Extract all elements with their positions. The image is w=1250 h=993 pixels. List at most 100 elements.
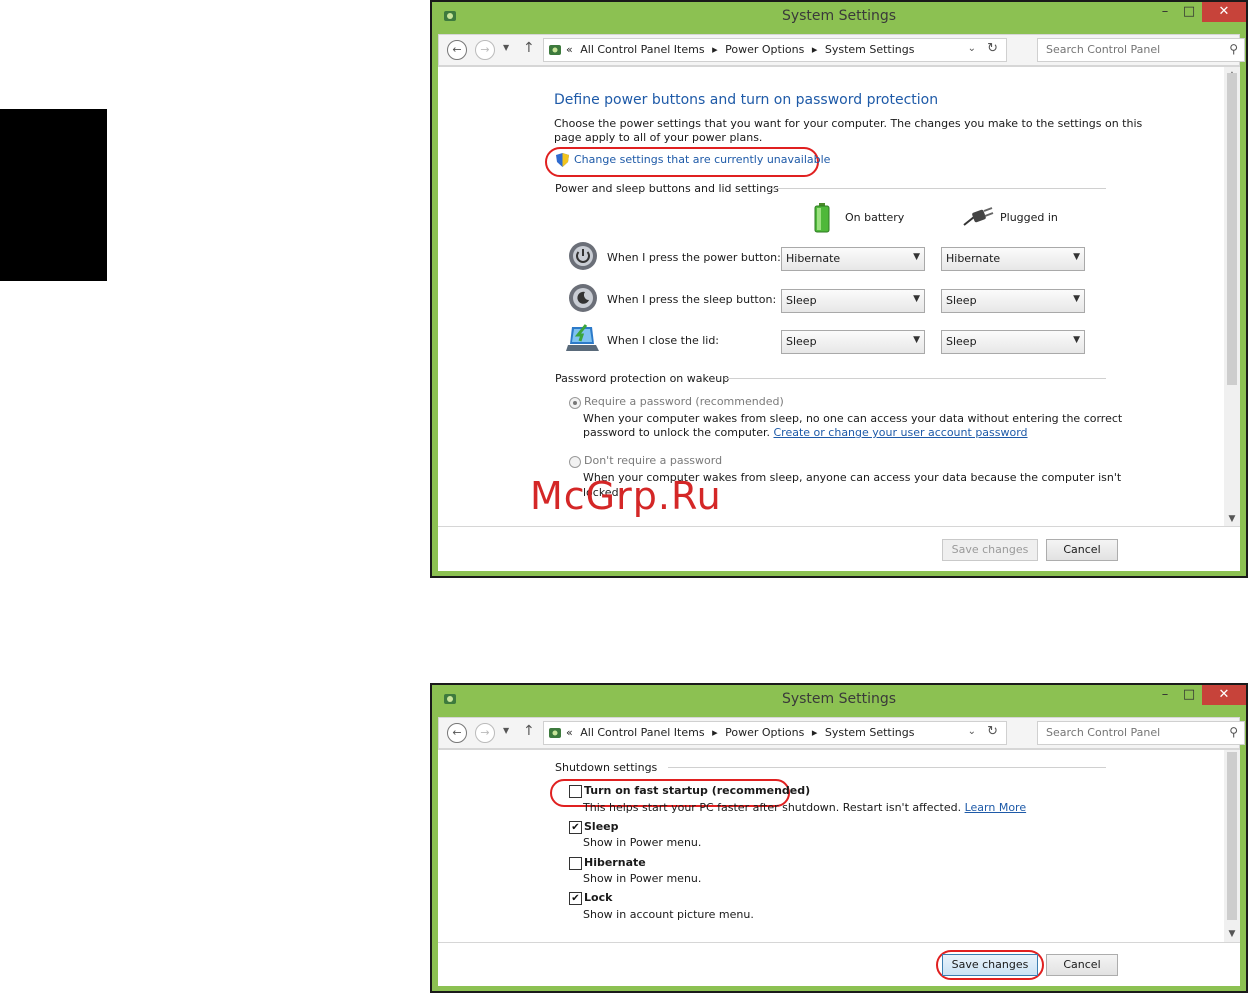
vertical-scrollbar[interactable]: ▲ ▼ [1224, 67, 1240, 527]
fast-startup-desc-text: This helps start your PC faster after sh… [583, 801, 962, 814]
breadcrumb-system-settings[interactable]: System Settings [825, 43, 915, 56]
breadcrumb-separator-icon[interactable]: ▸ [712, 43, 718, 56]
navigation-bar: ← → ▼ ↑ « All Control Panel Items ▸ Powe… [438, 717, 1245, 749]
laptop-lid-icon [566, 324, 599, 351]
sleep-button-battery-select[interactable]: Sleep ▼ [781, 289, 925, 313]
column-on-battery: On battery [845, 211, 905, 224]
vertical-scrollbar[interactable]: ▲ ▼ [1224, 750, 1240, 942]
power-button-icon [569, 242, 597, 270]
battery-icon [814, 203, 830, 233]
breadcrumb-system-settings[interactable]: System Settings [825, 726, 915, 739]
sleep-button-icon [569, 284, 597, 312]
address-dropdown-icon[interactable]: ⌄ [968, 726, 976, 737]
require-password-desc-line2: password to unlock the computer. Create … [583, 426, 1028, 439]
select-value: Sleep [946, 294, 977, 307]
scroll-thumb[interactable] [1227, 752, 1237, 920]
page-title: Define power buttons and turn on passwor… [554, 92, 939, 108]
address-bar[interactable]: « All Control Panel Items ▸ Power Option… [543, 38, 1007, 62]
plug-icon [963, 207, 994, 226]
recent-pages-dropdown-icon[interactable]: ▼ [503, 43, 509, 52]
power-button-label: When I press the power button: [607, 251, 781, 264]
save-changes-button[interactable]: Save changes [942, 539, 1038, 561]
close-lid-label: When I close the lid: [607, 334, 720, 347]
select-value: Sleep [786, 335, 817, 348]
up-arrow-icon[interactable]: ↑ [523, 723, 535, 739]
black-side-tab [0, 109, 107, 281]
maximize-button[interactable]: □ [1178, 2, 1200, 22]
divider [768, 188, 1106, 189]
back-arrow-icon[interactable]: ← [447, 723, 467, 743]
select-value: Hibernate [786, 252, 841, 265]
chevron-down-icon: ▼ [1073, 335, 1080, 345]
scroll-thumb[interactable] [1227, 73, 1237, 385]
breadcrumb-separator-icon[interactable]: ▸ [812, 726, 818, 739]
chevron-down-icon: ▼ [913, 335, 920, 345]
search-box[interactable]: ⚲ [1037, 38, 1245, 62]
breadcrumb-overflow[interactable]: « [566, 726, 573, 739]
breadcrumb-separator-icon[interactable]: ▸ [812, 43, 818, 56]
breadcrumb-power-options[interactable]: Power Options [725, 726, 804, 739]
require-password-desc-text: password to unlock the computer. [583, 426, 770, 439]
scroll-down-icon[interactable]: ▼ [1224, 511, 1240, 527]
search-icon[interactable]: ⚲ [1229, 42, 1238, 56]
dialog-footer: Save changes Cancel [438, 942, 1240, 986]
close-lid-battery-select[interactable]: Sleep ▼ [781, 330, 925, 354]
dialog-footer: Save changes Cancel [438, 526, 1240, 571]
cancel-button[interactable]: Cancel [1046, 954, 1118, 976]
sleep-button-plugged-select[interactable]: Sleep ▼ [941, 289, 1085, 313]
forward-arrow-icon[interactable]: → [475, 723, 495, 743]
navigation-bar: ← → ▼ ↑ « All Control Panel Items ▸ Powe… [438, 34, 1245, 66]
breadcrumb-power-options[interactable]: Power Options [725, 43, 804, 56]
title-bar[interactable]: System Settings – □ ✕ [432, 685, 1246, 715]
system-settings-window-bottom: System Settings – □ ✕ ← → ▼ ↑ « All Cont… [430, 683, 1248, 993]
divider [724, 378, 1106, 379]
select-value: Sleep [786, 294, 817, 307]
close-button[interactable]: ✕ [1202, 685, 1246, 705]
chevron-down-icon: ▼ [1073, 294, 1080, 304]
select-value: Hibernate [946, 252, 1001, 265]
minimize-button[interactable]: – [1154, 685, 1176, 705]
up-arrow-icon[interactable]: ↑ [523, 40, 535, 56]
breadcrumb-separator-icon[interactable]: ▸ [712, 726, 718, 739]
search-icon[interactable]: ⚲ [1229, 725, 1238, 739]
forward-arrow-icon[interactable]: → [475, 40, 495, 60]
fast-startup-checkbox[interactable] [569, 785, 582, 798]
recent-pages-dropdown-icon[interactable]: ▼ [503, 726, 509, 735]
learn-more-link[interactable]: Learn More [965, 801, 1027, 814]
section-buttons-title: Power and sleep buttons and lid settings [555, 182, 779, 195]
require-password-desc-line1: When your computer wakes from sleep, no … [583, 412, 1123, 425]
refresh-icon[interactable]: ↻ [987, 724, 998, 739]
save-changes-button[interactable]: Save changes [942, 954, 1038, 976]
sleep-checkbox[interactable]: ✔ [569, 821, 582, 834]
hibernate-checkbox[interactable] [569, 857, 582, 870]
watermark: McGrp.Ru [530, 474, 722, 518]
title-bar[interactable]: System Settings – □ ✕ [432, 2, 1246, 32]
search-input[interactable] [1044, 42, 1208, 57]
power-button-battery-select[interactable]: Hibernate ▼ [781, 247, 925, 271]
power-button-plugged-select[interactable]: Hibernate ▼ [941, 247, 1085, 271]
scroll-down-icon[interactable]: ▼ [1224, 926, 1240, 942]
create-password-link[interactable]: Create or change your user account passw… [774, 426, 1028, 439]
breadcrumb-overflow[interactable]: « [566, 43, 573, 56]
breadcrumb-all-control-panel-items[interactable]: All Control Panel Items [580, 726, 704, 739]
refresh-icon[interactable]: ↻ [987, 41, 998, 56]
fast-startup-label: Turn on fast startup (recommended) [584, 784, 811, 797]
address-dropdown-icon[interactable]: ⌄ [968, 43, 976, 54]
cancel-button[interactable]: Cancel [1046, 539, 1118, 561]
maximize-button[interactable]: □ [1178, 685, 1200, 705]
search-input[interactable] [1044, 725, 1208, 740]
require-password-radio[interactable] [569, 397, 581, 409]
minimize-button[interactable]: – [1154, 2, 1176, 22]
lock-checkbox[interactable]: ✔ [569, 892, 582, 905]
search-box[interactable]: ⚲ [1037, 721, 1245, 745]
close-button[interactable]: ✕ [1202, 2, 1246, 22]
breadcrumb-all-control-panel-items[interactable]: All Control Panel Items [580, 43, 704, 56]
back-arrow-icon[interactable]: ← [447, 40, 467, 60]
uac-shield-icon [556, 153, 569, 167]
control-panel-icon [549, 728, 561, 738]
close-lid-plugged-select[interactable]: Sleep ▼ [941, 330, 1085, 354]
change-settings-link[interactable]: Change settings that are currently unava… [574, 153, 830, 166]
address-bar[interactable]: « All Control Panel Items ▸ Power Option… [543, 721, 1007, 745]
no-password-radio[interactable] [569, 456, 581, 468]
content-pane: Shutdown settings Turn on fast startup (… [438, 749, 1240, 942]
